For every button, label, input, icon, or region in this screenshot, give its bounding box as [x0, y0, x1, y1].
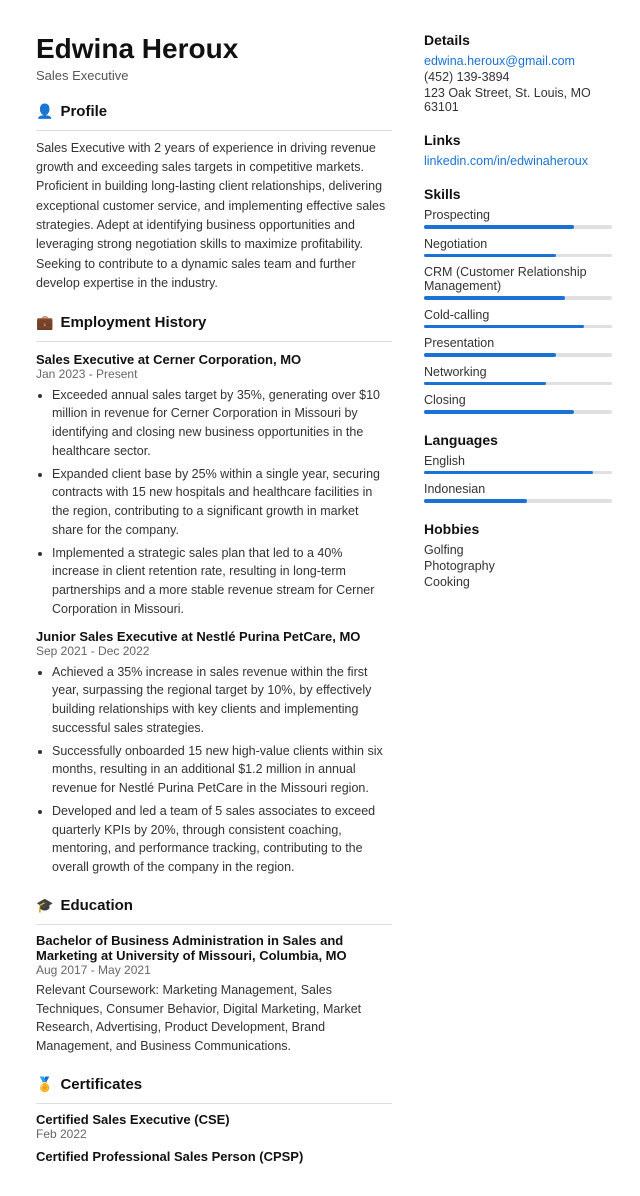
details-address: 123 Oak Street, St. Louis, MO 63101 [424, 86, 612, 114]
skill-item-6: Closing [424, 393, 612, 414]
lang-name-0: English [424, 454, 612, 468]
lang-name-1: Indonesian [424, 482, 612, 496]
cert-date-0: Feb 2022 [36, 1127, 392, 1141]
cert-title-1: Certified Professional Sales Person (CPS… [36, 1149, 392, 1164]
skill-bar-fill-4 [424, 353, 556, 357]
skill-bar-bg-1 [424, 254, 612, 258]
email-link[interactable]: edwina.heroux@gmail.com [424, 54, 575, 68]
skill-item-3: Cold-calling [424, 308, 612, 329]
employment-section-title: 💼 Employment History [36, 314, 392, 331]
skill-bar-bg-3 [424, 325, 612, 329]
skill-item-0: Prospecting [424, 208, 612, 229]
linkedin-link[interactable]: linkedin.com/in/edwinaheroux [424, 154, 588, 168]
skill-bar-fill-0 [424, 225, 574, 229]
hobbies-section-title: Hobbies [424, 521, 612, 537]
details-section-title: Details [424, 32, 612, 48]
edu-text-0: Relevant Coursework: Marketing Managemen… [36, 981, 392, 1056]
job-date-1: Sep 2021 - Dec 2022 [36, 644, 392, 658]
skill-name-0: Prospecting [424, 208, 612, 222]
job-bullet-1-1: Successfully onboarded 15 new high-value… [52, 742, 392, 798]
skill-item-1: Negotiation [424, 237, 612, 258]
skill-item-5: Networking [424, 365, 612, 386]
hobby-item-1: Photography [424, 559, 612, 573]
skill-item-2: CRM (Customer Relationship Management) [424, 265, 612, 300]
languages-section-title: Languages [424, 432, 612, 448]
skill-bar-bg-5 [424, 382, 612, 386]
skill-item-4: Presentation [424, 336, 612, 357]
job-date-0: Jan 2023 - Present [36, 367, 392, 381]
job-bullet-0-0: Exceeded annual sales target by 35%, gen… [52, 386, 392, 461]
skill-name-2: CRM (Customer Relationship Management) [424, 265, 612, 293]
skill-name-6: Closing [424, 393, 612, 407]
lang-bar-bg-1 [424, 499, 612, 503]
education-icon: 🎓 [36, 897, 53, 914]
skill-bar-fill-1 [424, 254, 556, 258]
skill-bar-fill-3 [424, 325, 584, 329]
job-bullet-1-0: Achieved a 35% increase in sales revenue… [52, 663, 392, 738]
certificates-icon: 🏅 [36, 1076, 53, 1093]
skill-bar-fill-6 [424, 410, 574, 414]
candidate-name: Edwina Heroux [36, 32, 392, 66]
skill-name-5: Networking [424, 365, 612, 379]
certificates-section-title: 🏅 Certificates [36, 1076, 392, 1093]
skill-name-4: Presentation [424, 336, 612, 350]
skill-bar-fill-2 [424, 296, 565, 300]
skill-name-1: Negotiation [424, 237, 612, 251]
profile-section-title: 👤 Profile [36, 103, 392, 120]
lang-bar-bg-0 [424, 471, 612, 475]
edu-title-0: Bachelor of Business Administration in S… [36, 933, 392, 963]
cert-title-0: Certified Sales Executive (CSE) [36, 1112, 392, 1127]
skill-bar-bg-4 [424, 353, 612, 357]
links-linkedin[interactable]: linkedin.com/in/edwinaheroux [424, 154, 612, 168]
candidate-subtitle: Sales Executive [36, 68, 392, 83]
job-bullet-0-1: Expanded client base by 25% within a sin… [52, 465, 392, 540]
skill-bar-bg-2 [424, 296, 612, 300]
skills-section-title: Skills [424, 186, 612, 202]
job-bullet-1-2: Developed and led a team of 5 sales asso… [52, 802, 392, 877]
skill-bar-bg-0 [424, 225, 612, 229]
skill-name-3: Cold-calling [424, 308, 612, 322]
profile-icon: 👤 [36, 103, 53, 120]
hobby-item-0: Golfing [424, 543, 612, 557]
details-phone: (452) 139-3894 [424, 70, 612, 84]
job-title-0: Sales Executive at Cerner Corporation, M… [36, 352, 392, 367]
job-title-1: Junior Sales Executive at Nestlé Purina … [36, 629, 392, 644]
skill-bar-fill-5 [424, 382, 546, 386]
lang-item-0: English [424, 454, 612, 475]
edu-date-0: Aug 2017 - May 2021 [36, 963, 392, 977]
details-email-link[interactable]: edwina.heroux@gmail.com [424, 54, 612, 68]
lang-bar-fill-1 [424, 499, 527, 503]
education-section-title: 🎓 Education [36, 897, 392, 914]
job-bullet-0-2: Implemented a strategic sales plan that … [52, 544, 392, 619]
employment-icon: 💼 [36, 314, 53, 331]
lang-item-1: Indonesian [424, 482, 612, 503]
links-section-title: Links [424, 132, 612, 148]
lang-bar-fill-0 [424, 471, 593, 475]
hobby-item-2: Cooking [424, 575, 612, 589]
profile-text: Sales Executive with 2 years of experien… [36, 139, 392, 294]
skill-bar-bg-6 [424, 410, 612, 414]
